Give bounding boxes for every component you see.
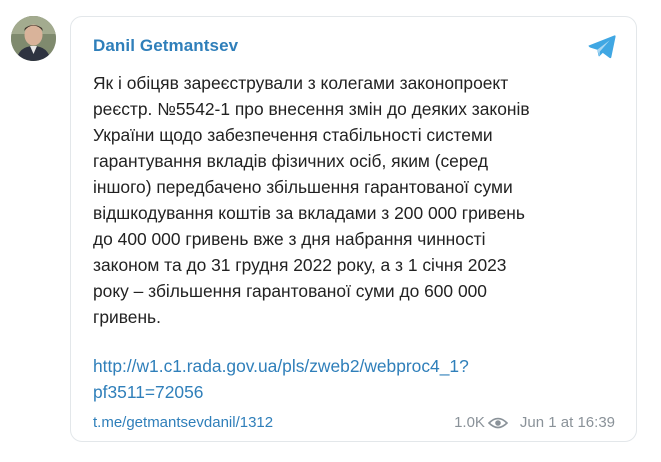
telegram-icon[interactable] bbox=[587, 34, 617, 60]
post-date[interactable]: Jun 1 at 16:39 bbox=[520, 414, 615, 431]
post-permalink[interactable]: t.me/getmantsevdanil/1312 bbox=[93, 414, 273, 431]
post-card: Danil Getmantsev Як і обіцяв зареєструва… bbox=[70, 16, 637, 442]
post-url-link[interactable]: http://w1.c1.rada.gov.ua/pls/zweb2/webpr… bbox=[93, 353, 613, 405]
eye-icon bbox=[487, 417, 508, 428]
post-text: Як і обіцяв зареєстрували з колегами зак… bbox=[93, 73, 530, 327]
avatar-photo bbox=[11, 16, 56, 61]
view-count: 1.0K bbox=[454, 414, 485, 431]
post-meta: 1.0K Jun 1 at 16:39 bbox=[454, 414, 615, 431]
post-author[interactable]: Danil Getmantsev bbox=[93, 36, 238, 56]
telegram-post-widget: Danil Getmantsev Як і обіцяв зареєструва… bbox=[0, 0, 661, 462]
avatar[interactable] bbox=[11, 16, 56, 61]
